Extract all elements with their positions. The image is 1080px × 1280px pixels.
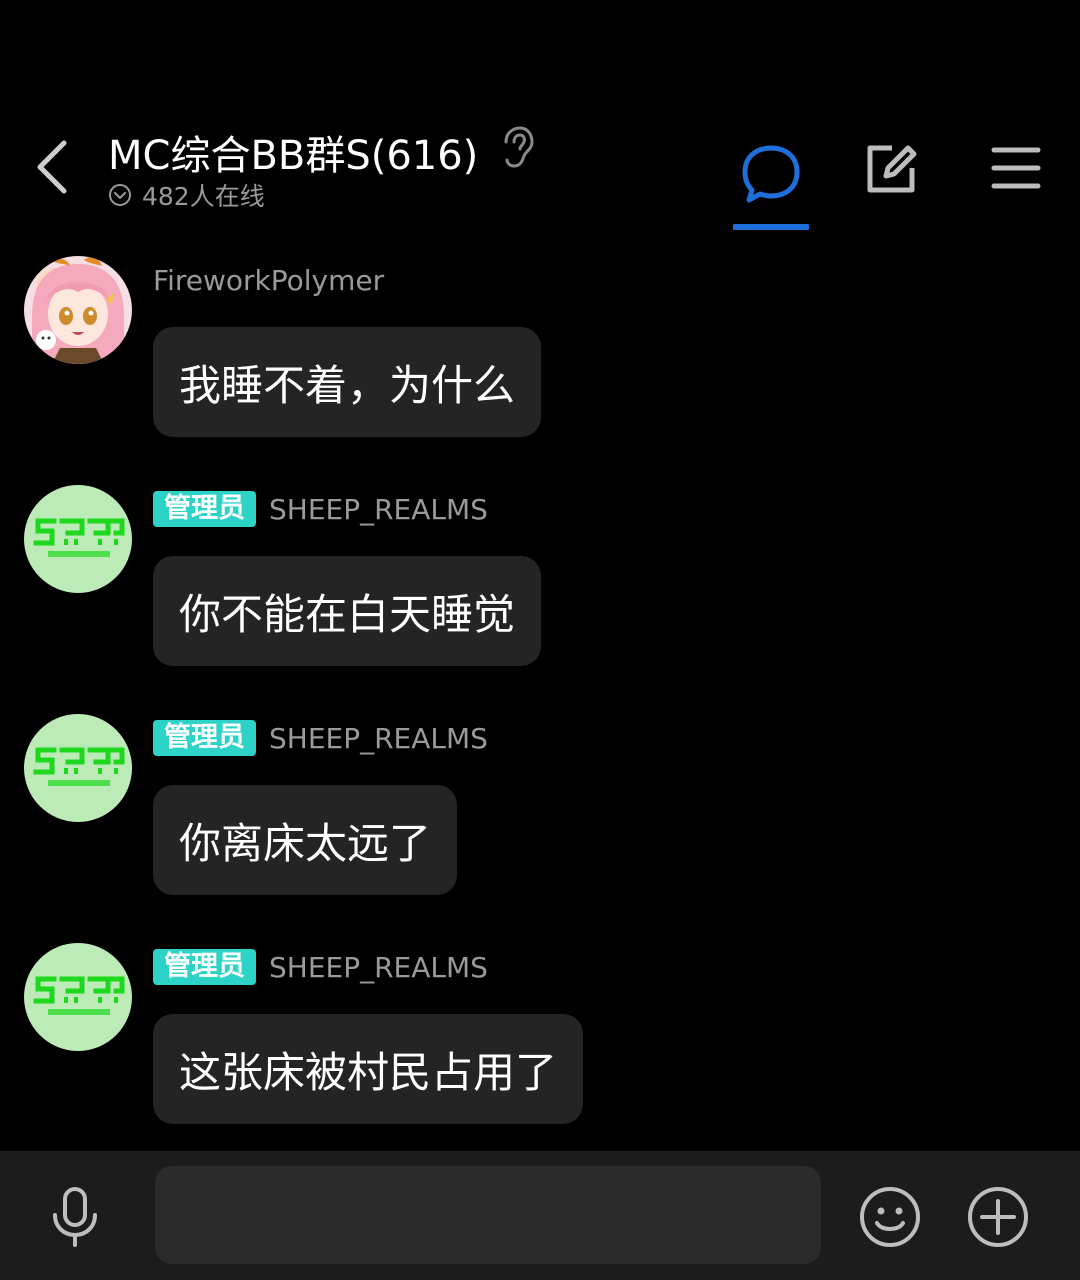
sender-line: 管理员 SHEEP_REALMS bbox=[153, 945, 488, 989]
message-item: 管理员 SHEEP_REALMS 你离床太远了 bbox=[0, 698, 1080, 908]
microphone-icon bbox=[53, 1187, 97, 1247]
sender-name[interactable]: SHEEP_REALMS bbox=[269, 951, 488, 984]
chevron-left-icon bbox=[37, 140, 67, 194]
input-bar bbox=[0, 1151, 1080, 1280]
sheep-realms-logo-icon bbox=[24, 485, 132, 593]
admin-badge: 管理员 bbox=[153, 720, 256, 756]
message-bubble[interactable]: 你不能在白天睡觉 bbox=[153, 556, 542, 666]
back-button[interactable] bbox=[30, 135, 78, 199]
avatar[interactable] bbox=[24, 943, 132, 1051]
ear-icon[interactable] bbox=[498, 126, 534, 170]
avatar[interactable] bbox=[24, 485, 132, 593]
group-title[interactable]: MC综合BB群S(616) bbox=[108, 123, 478, 181]
online-status[interactable]: 482人在线 bbox=[108, 178, 265, 212]
emoji-button[interactable] bbox=[858, 1185, 922, 1249]
menu-icon bbox=[991, 147, 1041, 189]
tab-chat[interactable] bbox=[733, 128, 809, 230]
sender-line: 管理员 SHEEP_REALMS bbox=[153, 716, 488, 760]
sender-name[interactable]: SHEEP_REALMS bbox=[269, 493, 488, 526]
sender-line: FireworkPolymer bbox=[153, 258, 384, 302]
admin-badge: 管理员 bbox=[153, 491, 256, 527]
message-item: 管理员 SHEEP_REALMS 这张床被村民占用了 bbox=[0, 927, 1080, 1137]
sheep-realms-logo-icon bbox=[24, 714, 132, 822]
title-row: MC综合BB群S(616) bbox=[108, 122, 534, 182]
message-bubble[interactable]: 我睡不着，为什么 bbox=[153, 327, 542, 437]
avatar[interactable] bbox=[24, 256, 132, 364]
sender-name[interactable]: SHEEP_REALMS bbox=[269, 722, 488, 755]
message-item: FireworkPolymer 我睡不着，为什么 bbox=[0, 240, 1080, 450]
voice-button[interactable] bbox=[46, 1185, 104, 1249]
plus-circle-icon bbox=[968, 1187, 1028, 1247]
avatar[interactable] bbox=[24, 714, 132, 822]
chat-bubble-icon bbox=[742, 145, 800, 203]
message-item: 管理员 SHEEP_REALMS 你不能在白天睡觉 bbox=[0, 469, 1080, 679]
emoji-icon bbox=[860, 1187, 920, 1247]
edit-button[interactable] bbox=[862, 138, 922, 198]
sender-line: 管理员 SHEEP_REALMS bbox=[153, 487, 488, 531]
chat-header: MC综合BB群S(616) 482人在线 bbox=[0, 0, 1080, 240]
message-list[interactable]: FireworkPolymer 我睡不着，为什么 管理员 SHEEP_REALM… bbox=[0, 240, 1080, 1150]
menu-button[interactable] bbox=[988, 140, 1044, 196]
message-bubble[interactable]: 你离床太远了 bbox=[153, 785, 458, 895]
anime-girl-avatar-icon bbox=[24, 256, 132, 364]
message-input[interactable] bbox=[155, 1166, 821, 1264]
edit-icon bbox=[867, 145, 917, 193]
chevron-down-circle-icon bbox=[109, 184, 131, 206]
sender-name[interactable]: FireworkPolymer bbox=[153, 264, 384, 297]
sheep-realms-logo-icon bbox=[24, 943, 132, 1051]
admin-badge: 管理员 bbox=[153, 949, 256, 985]
more-button[interactable] bbox=[966, 1185, 1030, 1249]
message-bubble[interactable]: 这张床被村民占用了 bbox=[153, 1014, 584, 1124]
online-count: 482人在线 bbox=[142, 182, 265, 211]
active-tab-indicator bbox=[733, 224, 809, 230]
